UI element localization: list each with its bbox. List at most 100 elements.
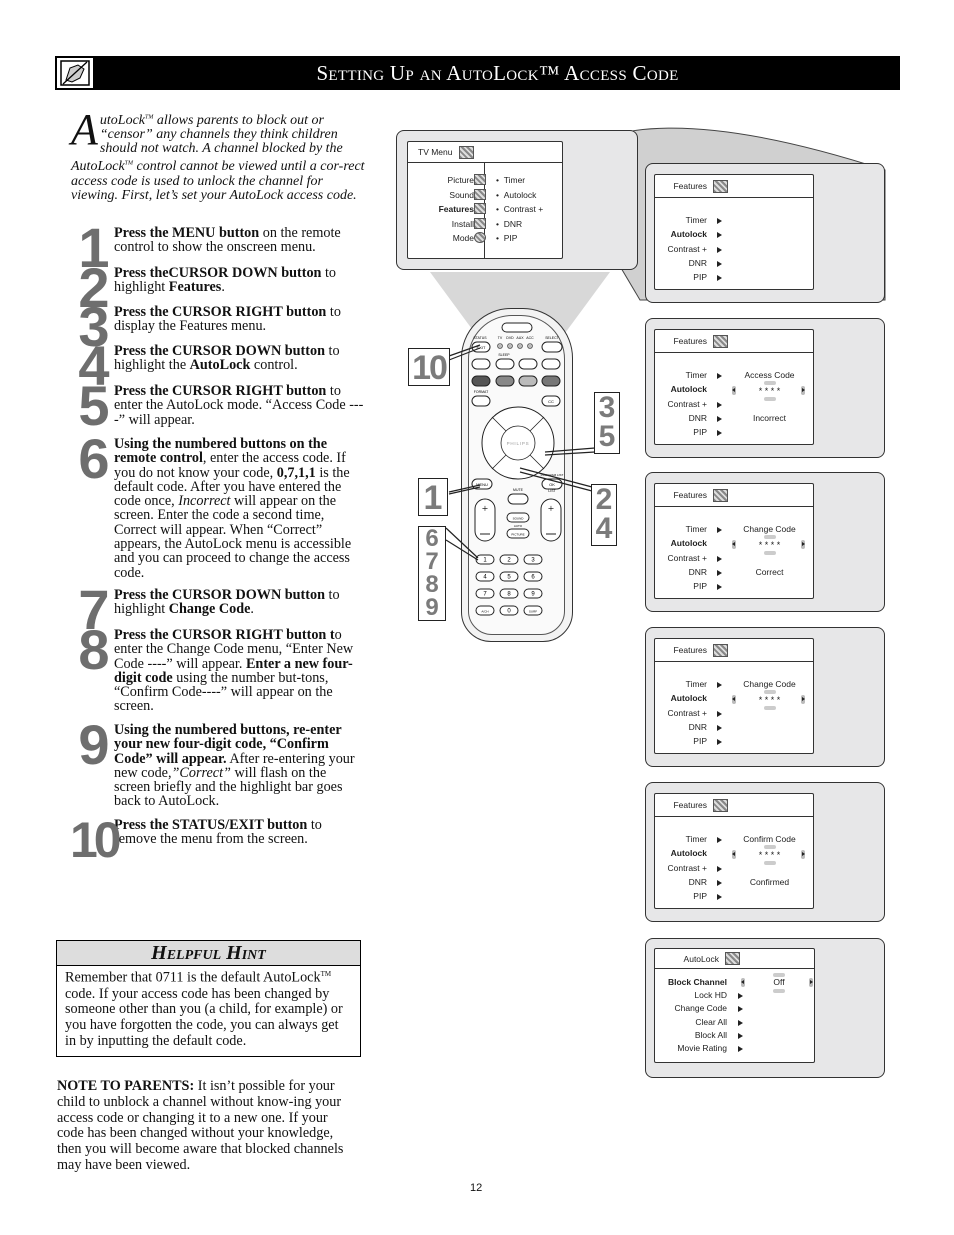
autolock-item[interactable]: Block Channel (655, 977, 727, 987)
features-item[interactable]: Contrast + (655, 708, 707, 718)
features-item[interactable]: Timer (655, 679, 707, 689)
stop-button[interactable] (495, 375, 515, 387)
features-item[interactable]: Autolock (655, 229, 707, 239)
features-item[interactable]: DNR (655, 722, 707, 732)
features-item[interactable]: DNR (655, 877, 707, 887)
arrow-right-icon (717, 275, 722, 282)
format-button[interactable] (471, 395, 491, 407)
arrow-down-icon[interactable] (764, 397, 776, 401)
digit-button[interactable]: 7 (475, 588, 495, 599)
arrow-down-icon[interactable] (773, 989, 785, 993)
rewind-button[interactable] (471, 375, 491, 387)
tv-submenu-item[interactable]: • DNR (496, 219, 522, 229)
features-item[interactable]: PIP (655, 736, 707, 746)
mute-button[interactable] (507, 493, 529, 505)
tv-menu-item-picture[interactable]: Picture (412, 175, 474, 185)
features-item[interactable]: DNR (655, 413, 707, 423)
features-item[interactable]: Contrast + (655, 553, 707, 563)
tv-menu-item-features[interactable]: Features (412, 204, 474, 214)
aux-mode-button[interactable] (517, 343, 523, 349)
tv-submenu-item[interactable]: • PIP (496, 233, 517, 243)
arrow-up-icon[interactable] (764, 535, 776, 539)
ok-list-button[interactable]: OK (541, 478, 563, 490)
digit-button[interactable]: 6 (523, 571, 543, 582)
arrow-down-icon[interactable] (764, 706, 776, 710)
features-item[interactable]: Autolock (655, 538, 707, 548)
digit-button[interactable]: 9 (523, 588, 543, 599)
freeze-button[interactable] (518, 358, 538, 370)
cc-button[interactable]: CC (541, 395, 561, 407)
remote-label: DVD (506, 336, 514, 340)
remote-label: TV (498, 336, 503, 340)
svg-text:SOUND: SOUND (513, 517, 525, 521)
digit-button[interactable]: 1 (475, 554, 495, 565)
features-item[interactable]: Contrast + (655, 863, 707, 873)
digit-button[interactable]: 0 (499, 605, 519, 616)
tv-menu-item-mode[interactable]: Mode (412, 233, 474, 243)
dvd-mode-button[interactable] (507, 343, 513, 349)
select-button[interactable] (541, 341, 563, 353)
features-item[interactable]: Timer (655, 524, 707, 534)
digit-button[interactable]: A/CH (475, 605, 495, 616)
features-screen: Features Timer Autolock Contrast + DNR PIP Cha… (654, 638, 814, 754)
arrow-up-icon[interactable] (764, 845, 776, 849)
digit-button[interactable]: 5 (499, 571, 519, 582)
arrow-right-icon (717, 232, 722, 239)
arrow-right-icon[interactable] (809, 978, 813, 987)
features-item[interactable]: Autolock (655, 384, 707, 394)
features-item[interactable]: PIP (655, 272, 707, 282)
tv-menu-item-install[interactable]: Install (412, 219, 474, 229)
guide-button[interactable] (471, 358, 491, 370)
features-item[interactable]: Contrast + (655, 244, 707, 254)
arrow-down-icon[interactable] (764, 551, 776, 555)
features-item[interactable]: DNR (655, 567, 707, 577)
digit-button[interactable]: 4 (475, 571, 495, 582)
acc-mode-button[interactable] (527, 343, 533, 349)
status-exit-button[interactable]: EXIT (471, 341, 491, 353)
mode-icon (474, 232, 486, 243)
code-field[interactable]: * * * * (727, 695, 812, 705)
features-item[interactable]: PIP (655, 581, 707, 591)
digit-button[interactable]: 3 (523, 554, 543, 565)
sleep-button[interactable] (495, 358, 515, 370)
sound-button[interactable]: SOUND (506, 512, 530, 523)
picture-button[interactable]: PICTURE (506, 528, 530, 539)
arrow-down-icon[interactable] (764, 861, 776, 865)
features-item[interactable]: PIP (655, 427, 707, 437)
autolock-item[interactable]: Clear All (655, 1017, 727, 1027)
features-item[interactable]: Contrast + (655, 399, 707, 409)
features-item[interactable]: Timer (655, 215, 707, 225)
tv-submenu-item[interactable]: • Autolock (496, 190, 536, 200)
features-item[interactable]: Autolock (655, 693, 707, 703)
features-panel-4: Features Timer Autolock Contrast + DNR PIP Cha… (645, 627, 885, 767)
digit-button[interactable]: 8 (499, 588, 519, 599)
power-button[interactable] (501, 322, 533, 333)
arrow-right-icon (717, 555, 722, 562)
digit-button[interactable]: 2 (499, 554, 519, 565)
tv-submenu-item[interactable]: • Timer (496, 175, 525, 185)
features-item[interactable]: PIP (655, 891, 707, 901)
tv-submenu-item[interactable]: • Contrast + (496, 204, 543, 214)
features-item[interactable]: Timer (655, 370, 707, 380)
fast-forward-button[interactable] (541, 375, 561, 387)
code-field[interactable]: * * * * (727, 850, 812, 860)
arrow-left-icon[interactable] (741, 978, 745, 987)
features-item[interactable]: DNR (655, 258, 707, 268)
code-field[interactable]: * * * * (727, 540, 812, 550)
svg-text:MENU: MENU (476, 482, 488, 487)
pause-button[interactable] (541, 358, 561, 370)
digit-button[interactable]: SURF (523, 605, 543, 616)
code-field[interactable]: * * * * (727, 386, 812, 396)
play-button[interactable] (518, 375, 538, 387)
features-item[interactable]: Autolock (655, 848, 707, 858)
autolock-item[interactable]: Movie Rating (655, 1043, 727, 1053)
tv-mode-button[interactable] (497, 343, 503, 349)
menu-button[interactable]: MENU (471, 478, 493, 490)
arrow-up-icon[interactable] (764, 690, 776, 694)
autolock-item[interactable]: Change Code (655, 1003, 727, 1013)
autolock-item[interactable]: Lock HD (655, 990, 727, 1000)
features-item[interactable]: Timer (655, 834, 707, 844)
tv-menu-item-sound[interactable]: Sound (412, 190, 474, 200)
autolock-item[interactable]: Block All (655, 1030, 727, 1040)
arrow-up-icon[interactable] (764, 381, 776, 385)
